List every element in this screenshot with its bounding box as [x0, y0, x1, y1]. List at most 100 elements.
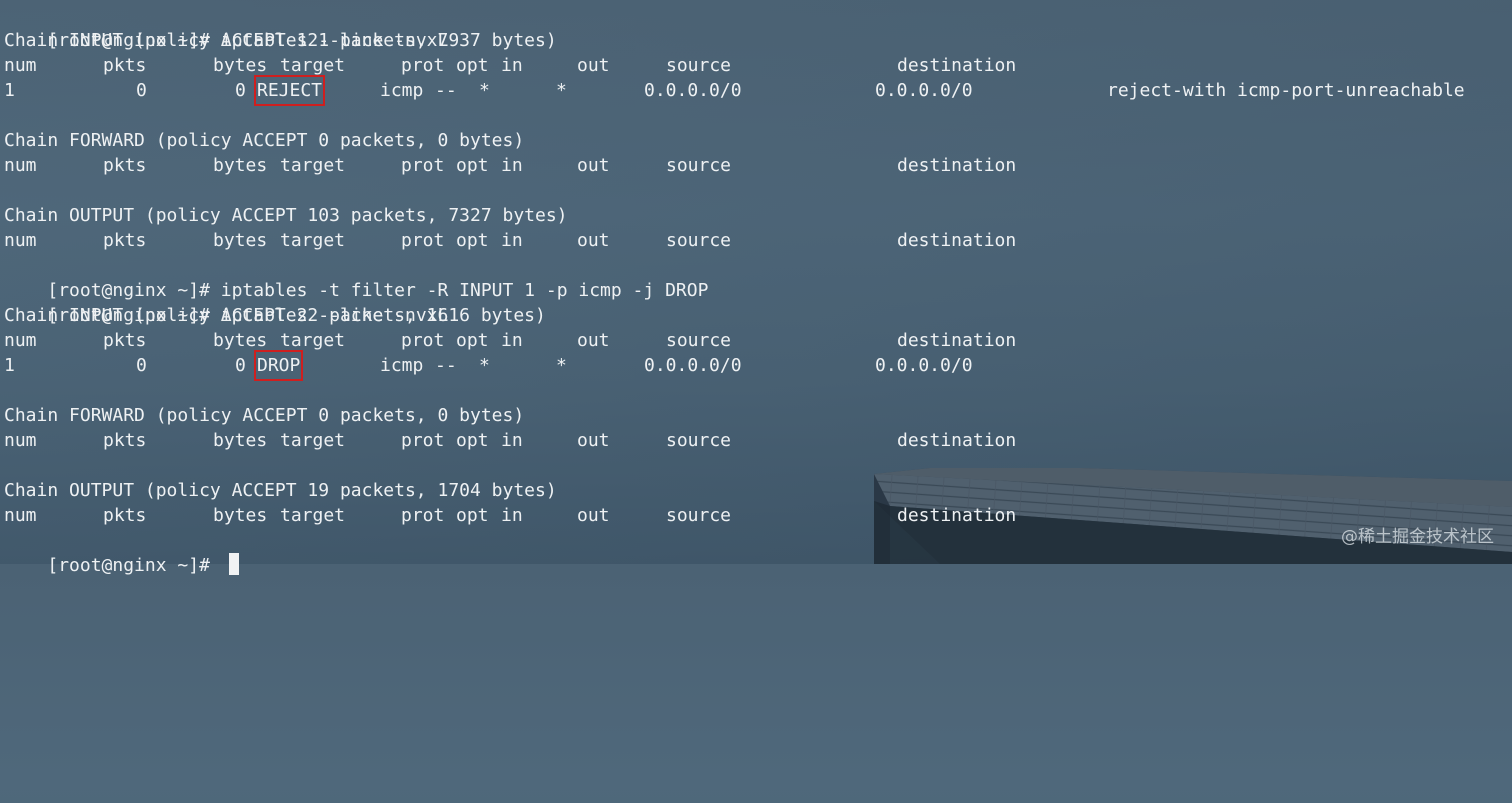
chain-forward-header-line: Chain FORWARD (policy ACCEPT 0 packets, …	[4, 130, 525, 151]
column-header-row: num pkts bytes target prot opt in out so…	[4, 153, 1104, 178]
column-destination: destination	[897, 430, 1017, 451]
column-out: out	[577, 55, 610, 76]
column-target: target	[280, 230, 346, 251]
column-header-row: num pkts bytes target prot opt in out so…	[4, 53, 1104, 78]
rule-target-highlighted: DROP	[253, 350, 304, 381]
rule-opt: --	[435, 80, 457, 101]
column-in: in	[501, 430, 523, 451]
column-out: out	[577, 430, 610, 451]
column-target: target	[280, 55, 346, 76]
rule-source: 0.0.0.0/0	[644, 80, 742, 101]
column-pkts: pkts	[103, 230, 147, 251]
table-row: 1 0 0 DROP icmp -- * * 0.0.0.0/0 0.0.0.0…	[4, 350, 1104, 381]
rule-prot: icmp	[380, 355, 424, 376]
column-opt: opt	[456, 155, 489, 176]
terminal-cursor[interactable]	[228, 553, 239, 575]
column-destination: destination	[897, 230, 1017, 251]
column-num: num	[4, 330, 37, 351]
column-prot: prot	[401, 330, 445, 351]
column-in: in	[501, 155, 523, 176]
column-target: target	[280, 430, 346, 451]
column-source: source	[666, 430, 732, 451]
column-prot: prot	[401, 155, 445, 176]
chain-input-header-line: Chain INPUT (policy ACCEPT 121 packets, …	[4, 30, 557, 51]
column-num: num	[4, 155, 37, 176]
rule-destination: 0.0.0.0/0	[875, 80, 973, 101]
rule-out: *	[556, 355, 567, 376]
rule-destination: 0.0.0.0/0	[875, 355, 973, 376]
rule-pkts: 0	[136, 355, 147, 376]
rule-prot: icmp	[380, 80, 424, 101]
shell-prompt: [root@nginx ~]#	[47, 555, 221, 576]
chain-input-header-line: Chain INPUT (policy ACCEPT 22 packets, 1…	[4, 305, 546, 326]
column-bytes: bytes	[213, 55, 268, 76]
column-prot: prot	[401, 55, 445, 76]
terminal-window[interactable]: [root@nginx ~]# iptables --line -nvxL Ch…	[4, 3, 1508, 576]
column-in: in	[501, 330, 523, 351]
column-in: in	[501, 505, 523, 526]
column-num: num	[4, 230, 37, 251]
column-out: out	[577, 330, 610, 351]
table-row: 1 0 0 REJECT icmp -- * * 0.0.0.0/0 0.0.0…	[4, 75, 1508, 106]
rule-target-highlighted: REJECT	[253, 75, 326, 106]
column-pkts: pkts	[103, 430, 147, 451]
column-num: num	[4, 505, 37, 526]
rule-pkts: 0	[136, 80, 147, 101]
column-in: in	[501, 55, 523, 76]
command-line: [root@nginx ~]# iptables -t filter -R IN…	[4, 253, 708, 301]
command-line: [root@nginx ~]# iptables --line -nvxL	[4, 3, 448, 51]
rule-num: 1	[4, 80, 15, 101]
chain-output-header-line: Chain OUTPUT (policy ACCEPT 19 packets, …	[4, 480, 557, 501]
column-source: source	[666, 155, 732, 176]
column-prot: prot	[401, 430, 445, 451]
column-out: out	[577, 505, 610, 526]
rule-opt: --	[435, 355, 457, 376]
column-source: source	[666, 330, 732, 351]
rule-out: *	[556, 80, 567, 101]
column-bytes: bytes	[213, 430, 268, 451]
column-target: target	[280, 330, 346, 351]
column-header-row: num pkts bytes target prot opt in out so…	[4, 228, 1104, 253]
column-target: target	[280, 155, 346, 176]
column-bytes: bytes	[213, 505, 268, 526]
chain-forward-header-line: Chain FORWARD (policy ACCEPT 0 packets, …	[4, 405, 525, 426]
column-bytes: bytes	[213, 330, 268, 351]
column-prot: prot	[401, 230, 445, 251]
column-header-row: num pkts bytes target prot opt in out so…	[4, 328, 1104, 353]
column-opt: opt	[456, 230, 489, 251]
column-num: num	[4, 55, 37, 76]
column-out: out	[577, 155, 610, 176]
column-destination: destination	[897, 155, 1017, 176]
column-opt: opt	[456, 330, 489, 351]
command-line: [root@nginx ~]# iptables --line -nvxL	[4, 278, 448, 326]
column-pkts: pkts	[103, 505, 147, 526]
column-opt: opt	[456, 505, 489, 526]
column-header-row: num pkts bytes target prot opt in out so…	[4, 503, 1104, 528]
watermark-text: @稀土掘金技术社区	[1341, 527, 1494, 547]
column-num: num	[4, 430, 37, 451]
rule-bytes: 0	[235, 80, 246, 101]
column-source: source	[666, 55, 732, 76]
column-prot: prot	[401, 505, 445, 526]
column-destination: destination	[897, 55, 1017, 76]
column-destination: destination	[897, 330, 1017, 351]
rule-in: *	[479, 355, 490, 376]
rule-bytes: 0	[235, 355, 246, 376]
column-target: target	[280, 505, 346, 526]
rule-in: *	[479, 80, 490, 101]
rule-num: 1	[4, 355, 15, 376]
rule-source: 0.0.0.0/0	[644, 355, 742, 376]
rule-extra: reject-with icmp-port-unreachable	[1107, 80, 1465, 101]
current-command-line[interactable]: [root@nginx ~]#	[4, 528, 239, 576]
column-source: source	[666, 505, 732, 526]
column-in: in	[501, 230, 523, 251]
column-opt: opt	[456, 55, 489, 76]
column-bytes: bytes	[213, 230, 268, 251]
column-pkts: pkts	[103, 155, 147, 176]
column-opt: opt	[456, 430, 489, 451]
column-pkts: pkts	[103, 330, 147, 351]
column-header-row: num pkts bytes target prot opt in out so…	[4, 428, 1104, 453]
column-out: out	[577, 230, 610, 251]
chain-output-header-line: Chain OUTPUT (policy ACCEPT 103 packets,…	[4, 205, 568, 226]
column-bytes: bytes	[213, 155, 268, 176]
